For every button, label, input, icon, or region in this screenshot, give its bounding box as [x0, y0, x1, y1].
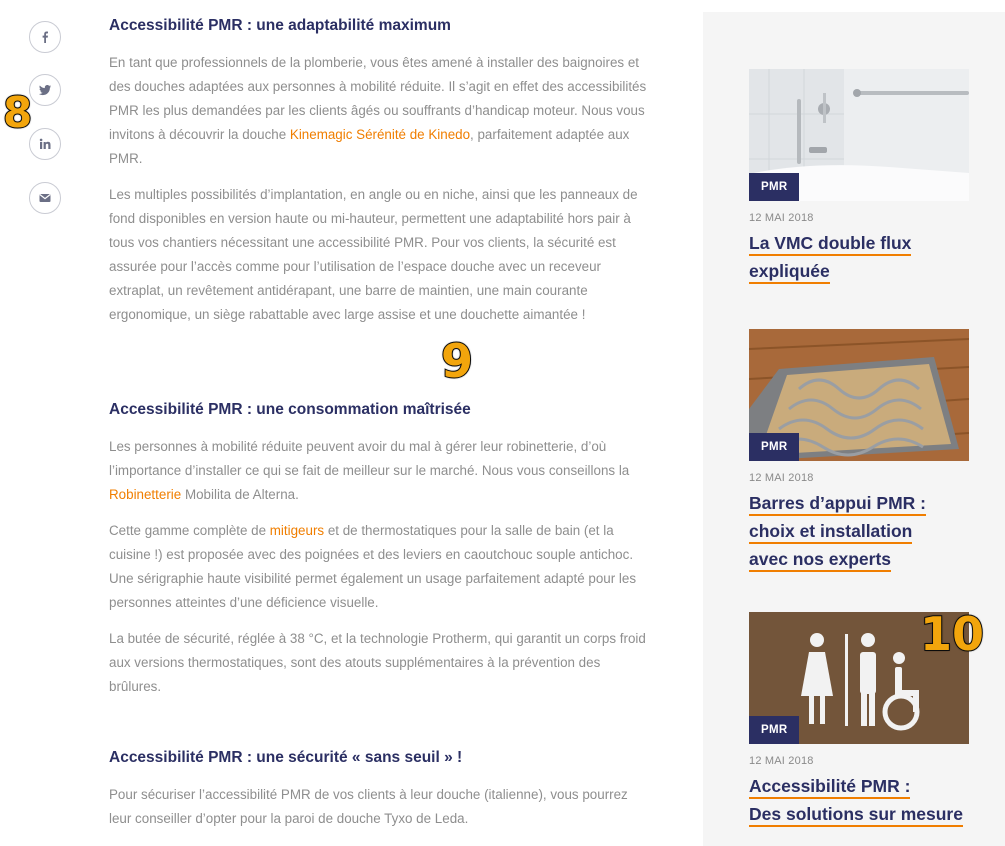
paragraph: Les multiples possibilités d’implantatio… — [109, 187, 638, 322]
post-thumbnail[interactable]: PMR — [749, 69, 969, 201]
post-date: 12 MAI 2018 — [749, 212, 814, 224]
paragraph: Pour sécuriser l’accessibilité PMR de vo… — [109, 787, 628, 826]
post-date: 12 MAI 2018 — [749, 472, 814, 484]
section-heading: Accessibilité PMR : une adaptabilité max… — [109, 17, 451, 34]
linkedin-share-button[interactable] — [29, 128, 61, 160]
section-heading: Accessibilité PMR : une sécurité « sans … — [109, 749, 463, 766]
sidebar-related-posts: PMR 12 MAI 2018 La VMC double flux expli… — [703, 12, 1005, 846]
facebook-share-button[interactable] — [29, 21, 61, 53]
post-card[interactable]: PMR 12 MAI 2018 Barres d’appui PMR : cho… — [749, 329, 969, 573]
annotation-marker-8: 8 — [2, 88, 33, 137]
twitter-share-button[interactable] — [29, 74, 61, 106]
twitter-icon — [39, 85, 51, 96]
email-icon — [39, 194, 51, 202]
facebook-icon — [42, 31, 48, 43]
annotation-marker-10: 10 — [919, 607, 985, 661]
post-title[interactable]: La VMC double flux expliquée — [749, 229, 969, 285]
post-title[interactable]: Barres d’appui PMR : choix et installati… — [749, 489, 969, 573]
paragraph: En tant que professionnels de la plomber… — [109, 55, 647, 166]
kinedo-link[interactable]: Kinemagic Sérénité de Kinedo — [290, 127, 470, 142]
category-badge[interactable]: PMR — [749, 433, 800, 461]
email-share-button[interactable] — [29, 182, 61, 214]
paragraph: La butée de sécurité, réglée à 38 °C, et… — [109, 631, 646, 694]
robinetterie-link[interactable]: Robinetterie — [109, 487, 181, 502]
category-badge[interactable]: PMR — [749, 173, 800, 201]
category-badge[interactable]: PMR — [749, 716, 800, 744]
mitigeurs-link[interactable]: mitigeurs — [270, 523, 324, 538]
section-heading: Accessibilité PMR : une consommation maî… — [109, 401, 471, 418]
paragraph: Cette gamme complète de mitigeurs et de … — [109, 523, 637, 610]
post-title[interactable]: Accessibilité PMR : Des solutions sur me… — [749, 772, 969, 828]
post-thumbnail[interactable]: PMR — [749, 329, 969, 461]
linkedin-icon — [39, 138, 51, 149]
post-date: 12 MAI 2018 — [749, 755, 814, 767]
post-card[interactable]: PMR 12 MAI 2018 La VMC double flux expli… — [749, 69, 969, 285]
annotation-marker-9: 9 — [440, 334, 474, 388]
paragraph: Les personnes à mobilité réduite peuvent… — [109, 439, 630, 502]
